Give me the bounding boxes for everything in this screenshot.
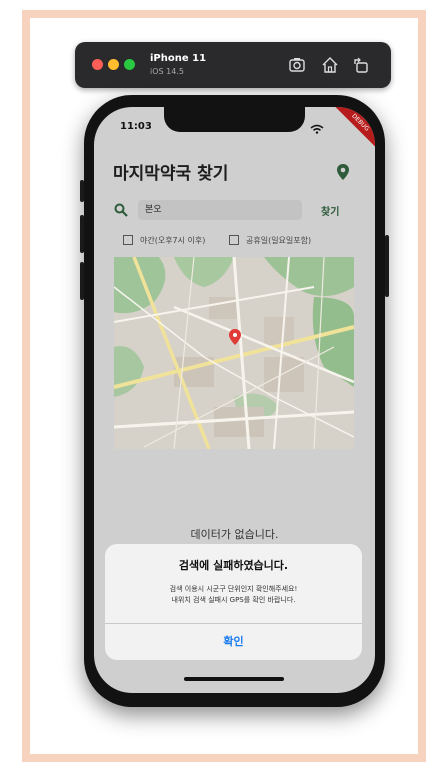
os-version: iOS 14.5 [150,67,184,76]
dialog-message-line-1: 검색 이용시 시군구 단위인지 확인해주세요! [169,585,298,593]
holiday-checkbox-label: 공휴일(일요일포함) [246,236,312,245]
minimize-window-button[interactable] [108,59,119,70]
alert-dialog: 검색에 실패하였습니다. 검색 이용시 시군구 단위인지 확인해주세요! 내위치… [105,544,362,660]
find-button[interactable]: 찾기 [321,203,339,218]
search-input[interactable]: 본오 [138,200,302,220]
map-view[interactable] [114,257,354,449]
search-icon [114,203,128,217]
page-title: 마지막약국 찾기 [113,164,229,184]
device-name: iPhone 11 [150,53,207,64]
simulator-toolbar: iPhone 11 iOS 14.5 [75,42,391,88]
dialog-title: 검색에 실패하였습니다. [178,559,289,572]
notch [164,107,305,132]
rotate-icon[interactable] [351,55,371,75]
night-checkbox[interactable] [123,235,133,245]
screenshot-icon[interactable] [287,55,307,75]
night-checkbox-label: 야간(오후7시 이후) [140,236,206,245]
dialog-message-line-2: 내위치 검색 실패시 GPS를 확인 바랍니다. [171,596,296,604]
dialog-message: 검색 이용시 시군구 단위인지 확인해주세요! 내위치 검색 실패시 GPS를 … [105,584,362,606]
volume-down-button [80,262,84,300]
holiday-checkbox[interactable] [229,235,239,245]
zoom-window-button[interactable] [124,59,135,70]
phone-screen: 11:03 DEBUG 마지막약국 찾기 본오 찾기 야간(오후7시 이후) 공… [94,107,375,693]
wifi-icon [310,124,324,134]
confirm-button[interactable]: 확인 [105,624,362,660]
empty-state-text: 데이터가 없습니다. [190,528,279,541]
close-window-button[interactable] [92,59,103,70]
home-icon[interactable] [320,55,340,75]
power-button [385,235,389,297]
map-tiles [114,257,354,449]
location-pin-icon[interactable] [336,163,350,181]
status-time: 11:03 [120,121,152,132]
mute-switch [80,180,84,202]
volume-up-button [80,215,84,253]
home-indicator[interactable] [184,677,284,681]
